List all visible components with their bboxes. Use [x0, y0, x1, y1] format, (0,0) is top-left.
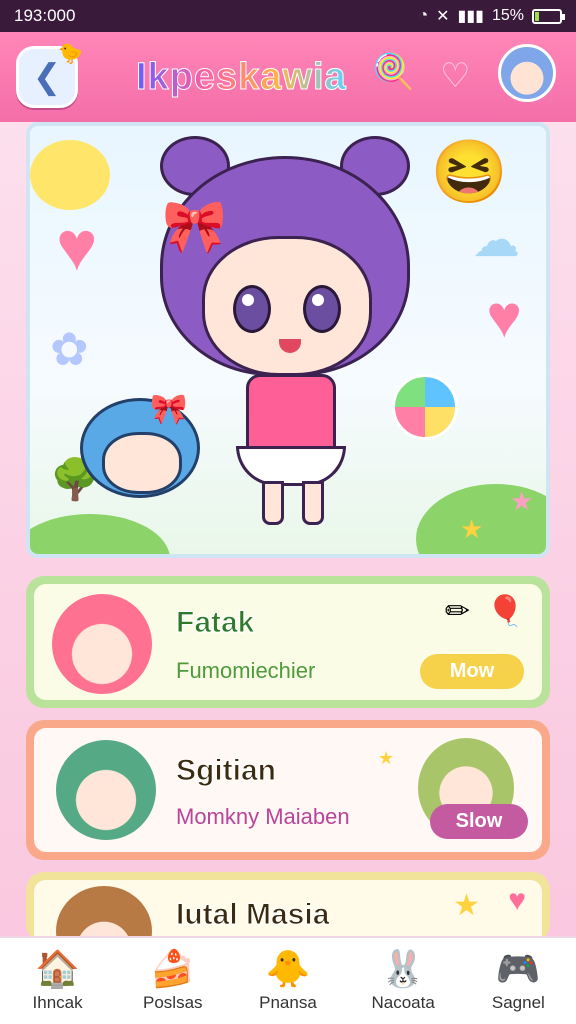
- nav-label: Sagnel: [491, 993, 545, 1012]
- cloud-icon: ☁: [472, 214, 520, 267]
- list-item[interactable]: Fatak Fumomiechier ✏ 🎈 Mow: [26, 576, 550, 708]
- star-icon: ★: [460, 514, 484, 544]
- nav-label: Nacoata: [371, 993, 435, 1012]
- bunny-icon: 🐰: [380, 948, 426, 989]
- nav-item-play[interactable]: 🐥 Pnansa: [238, 949, 338, 1013]
- bow-icon: 🎀: [150, 393, 188, 426]
- hill-decoration: [30, 514, 170, 554]
- chick-icon: 🐥: [265, 948, 311, 989]
- battery-icon: [532, 8, 565, 24]
- app-title: Ikpeskawia: [136, 55, 347, 98]
- bow-icon: 🎀: [162, 198, 227, 256]
- nav-item-signal[interactable]: 🎮 Sagnel: [468, 949, 568, 1013]
- card-subtitle: Momkny Maiaben: [176, 804, 350, 829]
- wifi-icon: ◔: [418, 7, 429, 24]
- heart-lollipop-icon[interactable]: 🍭: [372, 52, 414, 92]
- star-icon: ★: [453, 889, 480, 922]
- avatar: [56, 740, 156, 840]
- card-title: Sgitian: [175, 754, 277, 788]
- card-subtitle: Fumomiechier: [176, 658, 316, 683]
- status-bar: 193:000 ◔ ✕ ▮▮▮ 15%: [0, 0, 576, 32]
- cat-bubble-icon: ✿: [50, 323, 89, 375]
- card-action-button[interactable]: Mow: [420, 654, 524, 689]
- signal-icon: ▮▮▮: [457, 8, 484, 25]
- nav-item-home[interactable]: 🏠 Ihncak: [8, 949, 108, 1013]
- smile-bubble-icon: 😆: [430, 138, 508, 207]
- card-title: Iutal Masia: [175, 898, 330, 932]
- grin-bubble-icon: ♥: [486, 283, 522, 350]
- nav-item-notes[interactable]: 🐰 Nacoata: [353, 949, 453, 1013]
- clock: 193:000: [14, 6, 76, 25]
- back-arrow-icon: ❮: [32, 58, 62, 96]
- nav-label: Poslsas: [143, 993, 203, 1012]
- hero-illustration: ♥ 😆 ☁ ♥ ✿ 🌳 ★ ★ 🎀 🎀: [26, 122, 550, 558]
- nav-label: Pnansa: [259, 993, 317, 1012]
- star-icon: ★: [510, 486, 534, 516]
- heart-icon: ♥: [56, 207, 98, 285]
- back-button[interactable]: ❮ 🐤: [16, 43, 83, 108]
- avatar: [52, 594, 152, 694]
- battery-percent: 15%: [491, 7, 524, 24]
- status-icons: ◔ ✕ ▮▮▮ 15%: [418, 6, 565, 26]
- game-icon: 🎮: [495, 948, 541, 989]
- bottom-navigation: 🏠 Ihncak 🍰 Poslsas 🐥 Pnansa 🐰 Nacoata 🎮 …: [0, 936, 576, 1024]
- pencil-icon: ✏: [444, 595, 470, 628]
- list-item[interactable]: Sgitian Momkny Maiaben ★ Slow: [26, 720, 550, 860]
- chick-icon: 🐤: [58, 43, 83, 65]
- nav-label: Ihncak: [32, 993, 83, 1012]
- chat-bubble-icon[interactable]: ♡: [440, 56, 470, 96]
- cake-icon: 🍰: [150, 948, 196, 989]
- sun-decoration: [30, 140, 110, 210]
- heart-icon: ♥: [508, 884, 526, 917]
- house-icon: 🏠: [35, 948, 80, 989]
- profile-avatar[interactable]: [498, 44, 556, 102]
- nav-item-posts[interactable]: 🍰 Poslsas: [123, 949, 223, 1013]
- card-action-button[interactable]: Slow: [430, 804, 528, 839]
- star-icon: ★: [378, 748, 395, 768]
- avatar: [56, 886, 152, 942]
- signal-off-icon: ✕: [436, 8, 450, 25]
- card-title: Fatak: [175, 606, 255, 640]
- list-item[interactable]: Iutal Masia ★ ♥: [26, 872, 550, 942]
- app-header: ❮ 🐤 Ikpeskawia 🍭 ♡: [0, 32, 576, 122]
- balloon-icon: 🎈: [486, 595, 524, 628]
- chibi-girl-blue: 🎀: [80, 393, 210, 508]
